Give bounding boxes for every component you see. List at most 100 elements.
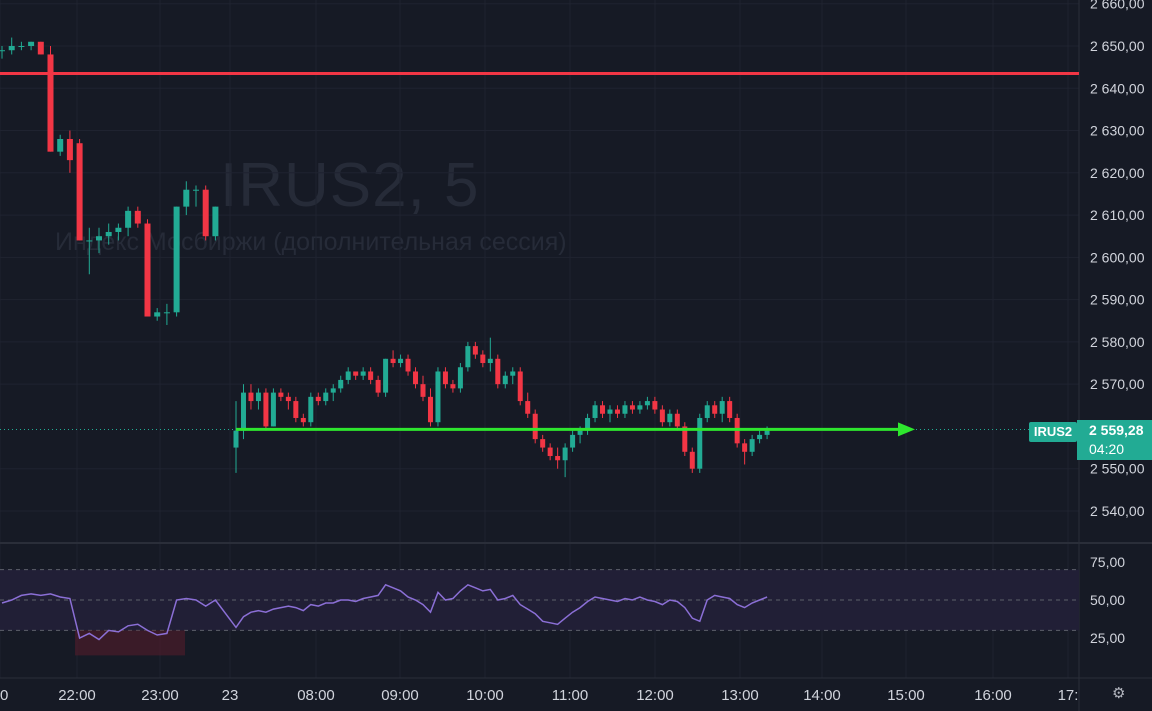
candle-body xyxy=(667,413,673,423)
candle-body xyxy=(105,231,112,237)
candle-body xyxy=(420,384,426,397)
price-axis-label: 2 640,00 xyxy=(1090,80,1145,96)
candle-body xyxy=(183,189,190,207)
price-axis-label: 2 540,00 xyxy=(1090,503,1145,519)
time-axis-label: 12:00 xyxy=(636,687,674,704)
candle-body xyxy=(502,375,508,385)
candle-body xyxy=(345,371,351,380)
price-axis-label: 2 650,00 xyxy=(1090,38,1145,54)
candle-body xyxy=(308,396,314,423)
candle-body xyxy=(96,236,102,241)
rsi-axis-label: 75,00 xyxy=(1090,554,1125,570)
bar-countdown: 04:20 xyxy=(1089,441,1125,457)
candle-body xyxy=(293,401,299,418)
candle-body xyxy=(193,189,199,191)
time-axis-label: 17: xyxy=(1058,687,1079,704)
candle-body xyxy=(300,417,306,423)
candle-body xyxy=(712,405,718,414)
price-axis-label: 2 550,00 xyxy=(1090,461,1145,477)
candle-body xyxy=(66,138,73,161)
time-axis-label: 08:00 xyxy=(297,687,335,704)
candle-body xyxy=(0,50,5,52)
candle-body xyxy=(764,430,770,435)
candle-body xyxy=(28,41,35,46)
price-axis-label: 2 610,00 xyxy=(1090,207,1145,223)
candle-body xyxy=(255,392,261,402)
candle-body xyxy=(47,54,54,152)
candle-body xyxy=(600,405,606,414)
candle-body xyxy=(547,447,553,457)
candle-body xyxy=(240,392,246,431)
candle-body xyxy=(270,392,276,427)
candle-body xyxy=(629,405,635,410)
price-axis-label: 2 630,00 xyxy=(1090,123,1145,139)
candle-body xyxy=(442,371,448,385)
candle-body xyxy=(154,312,161,317)
candle-body xyxy=(450,384,456,389)
candle-body xyxy=(749,439,755,452)
time-axis-label: 15:00 xyxy=(887,687,925,704)
time-axis-label: 11:00 xyxy=(552,687,588,704)
time-axis-label: 22:00 xyxy=(58,687,96,704)
candle-body xyxy=(315,396,321,402)
candle-body xyxy=(398,358,404,364)
candle-body xyxy=(173,206,180,313)
price-axis-label: 2 570,00 xyxy=(1090,376,1145,392)
price-chart[interactable]: 2 660,00 2 650,00 2 640,00 2 630,00 2 620,00… xyxy=(0,0,1152,711)
rsi-axis-label: 25,00 xyxy=(1090,630,1125,646)
candle-body xyxy=(202,189,209,237)
candle-body xyxy=(697,417,703,469)
candle-body xyxy=(125,210,132,228)
candle-body xyxy=(644,401,650,406)
candle-body xyxy=(323,392,329,402)
candle-body xyxy=(674,413,680,427)
candle-body xyxy=(457,367,463,389)
candle-body xyxy=(704,405,710,418)
candle-body xyxy=(360,371,366,376)
candle-body xyxy=(510,371,516,376)
candle-body xyxy=(144,223,151,317)
candle-body xyxy=(592,405,598,418)
candle-body xyxy=(652,401,658,410)
time-axis-label: 16:00 xyxy=(974,687,1012,704)
candle-body xyxy=(285,396,291,402)
time-axis-label: 23:00 xyxy=(141,687,179,704)
price-axis-label: 2 620,00 xyxy=(1090,165,1145,181)
candle-body xyxy=(487,358,493,364)
candle-body xyxy=(390,358,396,364)
candle-body xyxy=(435,371,441,423)
candle-body xyxy=(562,447,568,461)
candle-body xyxy=(719,401,725,414)
candle-body xyxy=(727,401,733,418)
time-axis-label: 23 xyxy=(222,687,239,704)
time-axis-label: 14:00 xyxy=(803,687,841,704)
current-price-tag: 2 559,28 04:20 xyxy=(1077,420,1152,460)
time-axis-label: 00 xyxy=(0,687,8,704)
candle-body xyxy=(540,439,546,448)
candle-body xyxy=(622,405,628,414)
candle-body xyxy=(614,409,620,414)
candle-body xyxy=(163,312,170,314)
rsi-axis-label: 50,00 xyxy=(1090,592,1125,608)
candle-body xyxy=(637,405,643,410)
candle-body xyxy=(689,451,695,469)
candle-body xyxy=(115,227,122,232)
candle-body xyxy=(517,371,523,402)
settings-gear-icon[interactable]: ⚙ xyxy=(1112,684,1125,702)
candle-body xyxy=(248,392,254,402)
candle-body xyxy=(57,138,64,152)
time-axis-label: 09:00 xyxy=(381,687,419,704)
candle-body xyxy=(134,210,141,224)
candle-body xyxy=(18,46,25,47)
candle-body xyxy=(37,41,44,55)
candle-body xyxy=(353,371,359,376)
candle-body xyxy=(368,371,374,380)
candle-body xyxy=(330,388,336,393)
candle-body xyxy=(659,409,665,423)
candle-body xyxy=(757,434,763,440)
candle-body xyxy=(383,358,389,393)
current-price-value: 2 559,28 xyxy=(1089,422,1144,438)
candle-body xyxy=(495,358,501,385)
candle-body xyxy=(375,379,381,393)
candle-body xyxy=(405,358,411,372)
